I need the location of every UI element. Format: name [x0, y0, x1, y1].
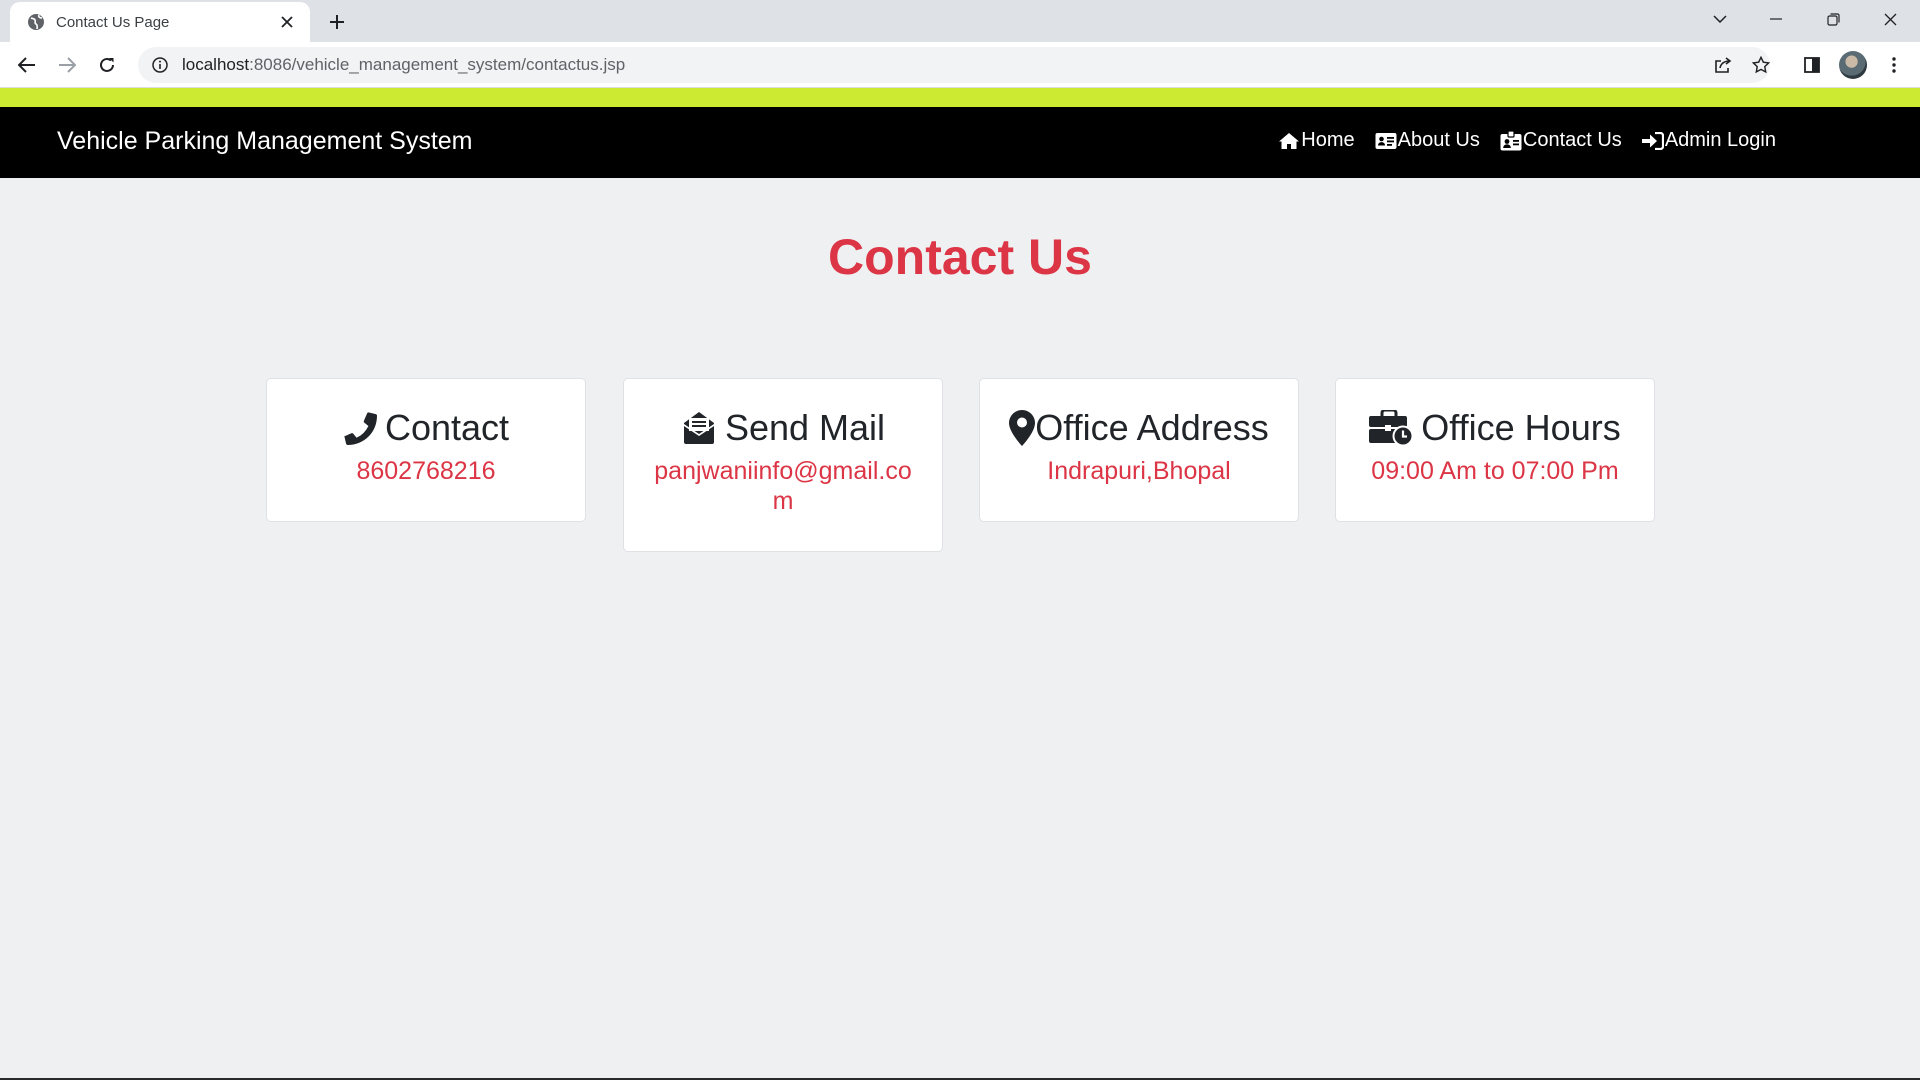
more-menu-icon[interactable] [1878, 49, 1910, 81]
page-title: Contact Us [828, 229, 1092, 285]
side-panel-icon[interactable] [1796, 49, 1828, 81]
nav-links: Home About Us Contact Us Admin Login [1278, 129, 1776, 152]
site-navbar: Vehicle Parking Management System Home A… [0, 107, 1920, 178]
url-path: :8086/vehicle_management_system/contactu… [249, 55, 626, 74]
reload-icon[interactable] [91, 49, 123, 81]
nav-contact-link[interactable]: Contact Us [1500, 129, 1622, 152]
browser-tab[interactable]: Contact Us Page [10, 2, 310, 42]
envelope-open-icon [683, 412, 714, 444]
id-badge-icon [1500, 130, 1522, 150]
nav-about-label: About Us [1397, 129, 1480, 151]
close-window-button[interactable] [1862, 0, 1918, 38]
url-host: localhost [182, 55, 250, 74]
home-icon [1279, 132, 1300, 149]
map-marker-icon [1009, 410, 1036, 446]
browser-toolbar: localhost:8086/vehicle_management_system… [0, 42, 1920, 88]
back-arrow-icon[interactable] [11, 49, 43, 81]
contact-phone-value[interactable]: 8602768216 [267, 456, 585, 486]
contact-card: Contact 8602768216 [266, 378, 586, 522]
office-hours-card-title: Office Hours [1421, 407, 1621, 448]
business-time-icon [1369, 410, 1414, 446]
address-bar[interactable]: localhost:8086/vehicle_management_system… [138, 47, 1770, 83]
minimize-button[interactable] [1748, 0, 1804, 38]
browser-tab-strip: Contact Us Page [0, 0, 1920, 42]
info-icon[interactable] [150, 55, 170, 75]
site-brand[interactable]: Vehicle Parking Management System [57, 127, 473, 156]
nav-about-link[interactable]: About Us [1375, 129, 1480, 152]
nav-home-link[interactable]: Home [1278, 129, 1355, 152]
office-hours-value: 09:00 Am to 07:00 Pm [1371, 457, 1619, 485]
nav-admin-login-link[interactable]: Admin Login [1641, 129, 1776, 152]
send-mail-card: Send Mail panjwaniinfo@gmail.com [623, 378, 943, 552]
contact-card-title: Contact [384, 407, 510, 448]
nav-admin-login-label: Admin Login [1664, 129, 1776, 151]
office-address-card: Office Address Indrapuri,Bhopal [979, 378, 1299, 522]
tab-search-icon[interactable] [1692, 0, 1748, 38]
url-text: localhost:8086/vehicle_management_system… [182, 55, 625, 75]
new-tab-button[interactable] [323, 8, 351, 36]
restore-button[interactable] [1805, 0, 1861, 38]
sign-in-icon [1641, 131, 1664, 150]
accent-strip [0, 88, 1920, 107]
send-mail-card-title: Send Mail [724, 407, 886, 448]
bookmark-star-icon[interactable] [1746, 52, 1776, 78]
id-card-icon [1375, 132, 1397, 149]
office-address-card-title: Office Address [1035, 407, 1269, 448]
nav-contact-label: Contact Us [1522, 129, 1622, 151]
phone-icon [343, 412, 377, 445]
profile-avatar[interactable] [1837, 49, 1869, 81]
forward-arrow-icon[interactable] [51, 49, 83, 81]
email-value[interactable]: panjwaniinfo@gmail.com [624, 456, 942, 516]
close-tab-icon[interactable] [276, 11, 298, 33]
tab-title: Contact Us Page [56, 13, 170, 31]
office-hours-card: Office Hours 09:00 Am to 07:00 Pm [1335, 378, 1655, 522]
globe-icon [26, 12, 46, 32]
nav-home-label: Home [1301, 129, 1355, 151]
address-value: Indrapuri,Bhopal [1047, 457, 1231, 485]
share-icon[interactable] [1708, 52, 1738, 78]
